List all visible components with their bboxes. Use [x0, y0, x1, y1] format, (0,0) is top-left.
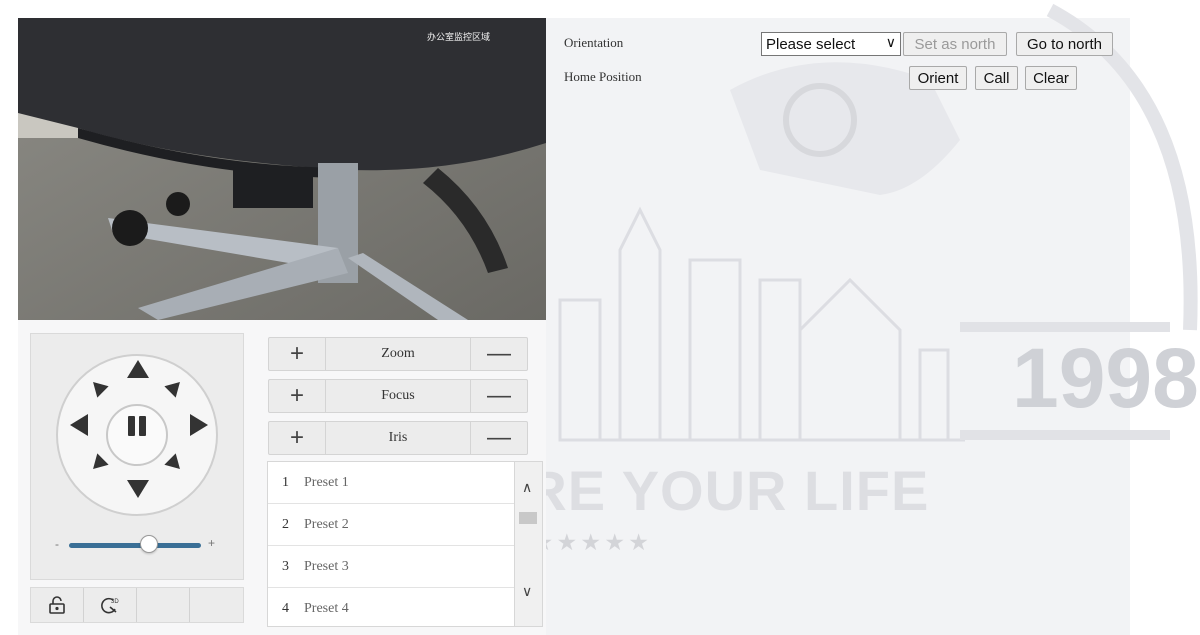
orientation-select[interactable]: Please select ∨ — [761, 32, 901, 56]
preset-name: Preset 4 — [304, 600, 349, 616]
preset-number: 3 — [282, 558, 289, 574]
tool-bar-slot[interactable] — [190, 588, 242, 622]
live-video-view[interactable]: 办公室监控区域 — [18, 18, 546, 320]
preset-number: 2 — [282, 516, 289, 532]
preset-name: Preset 1 — [304, 474, 349, 490]
orient-button[interactable]: Orient — [909, 66, 967, 90]
svg-text:3D: 3D — [111, 599, 119, 605]
pause-icon[interactable] — [124, 413, 150, 439]
zoom-out-button[interactable]: — — [471, 338, 527, 370]
preset-list: 1 Preset 1 2 Preset 2 3 Preset 3 4 Prese… — [267, 461, 515, 627]
lock-button[interactable] — [31, 588, 84, 622]
focus-near-button[interactable]: + — [269, 380, 325, 412]
speed-minus-label: - — [55, 537, 59, 551]
speed-slider-handle[interactable] — [140, 535, 159, 553]
speed-plus-label: + — [208, 536, 216, 550]
iris-close-button[interactable]: — — [471, 422, 527, 454]
watermark-line — [960, 322, 1170, 332]
iris-label: Iris — [325, 422, 471, 454]
set-as-north-button[interactable]: Set as north — [903, 32, 1007, 56]
zoom-in-button[interactable]: + — [269, 338, 325, 370]
orientation-label: Orientation — [564, 35, 624, 50]
3d-positioning-icon: 3D — [101, 597, 119, 614]
video-frame — [18, 18, 546, 320]
call-button[interactable]: Call — [975, 66, 1018, 90]
preset-number: 4 — [282, 600, 289, 616]
tool-bar-slot[interactable] — [137, 588, 190, 622]
list-item[interactable]: 4 Preset 4 — [268, 588, 514, 626]
preset-scrollbar[interactable]: ∧ ∨ — [515, 461, 543, 627]
pan-down-arrow[interactable] — [127, 480, 149, 498]
preset-name: Preset 3 — [304, 558, 349, 574]
lock-icon — [49, 596, 65, 614]
orientation-select-value: Please select — [766, 35, 856, 53]
pan-right-arrow[interactable] — [190, 414, 208, 436]
pan-up-arrow[interactable] — [127, 360, 149, 378]
focus-label: Focus — [325, 380, 471, 412]
3d-positioning-button[interactable]: 3D — [84, 588, 137, 622]
zoom-control: + Zoom — — [268, 337, 528, 371]
zoom-label: Zoom — [325, 338, 471, 370]
ptz-speed-slider[interactable]: - + — [55, 535, 225, 555]
preset-name: Preset 2 — [304, 516, 349, 532]
preset-number: 1 — [282, 474, 289, 490]
list-item[interactable]: 2 Preset 2 — [268, 504, 514, 546]
iris-control: + Iris — — [268, 421, 528, 455]
scrollbar-thumb[interactable] — [519, 512, 537, 524]
list-item[interactable]: 1 Preset 1 — [268, 462, 514, 504]
go-to-north-button[interactable]: Go to north — [1016, 32, 1113, 56]
ptz-tool-bar: 3D — [30, 587, 244, 623]
focus-far-button[interactable]: — — [471, 380, 527, 412]
watermark-line — [960, 430, 1170, 440]
scroll-up-chevron-icon[interactable]: ∧ — [522, 480, 532, 496]
clear-button[interactable]: Clear — [1025, 66, 1077, 90]
iris-open-button[interactable]: + — [269, 422, 325, 454]
video-osd-text: 办公室监控区域 — [426, 32, 490, 42]
focus-control: + Focus — — [268, 379, 528, 413]
speed-slider-track[interactable] — [69, 543, 201, 548]
chevron-down-icon: ∨ — [885, 35, 896, 51]
scroll-down-chevron-icon[interactable]: ∨ — [522, 584, 532, 600]
pan-left-arrow[interactable] — [70, 414, 88, 436]
home-position-label: Home Position — [564, 69, 642, 84]
list-item[interactable]: 3 Preset 3 — [268, 546, 514, 588]
